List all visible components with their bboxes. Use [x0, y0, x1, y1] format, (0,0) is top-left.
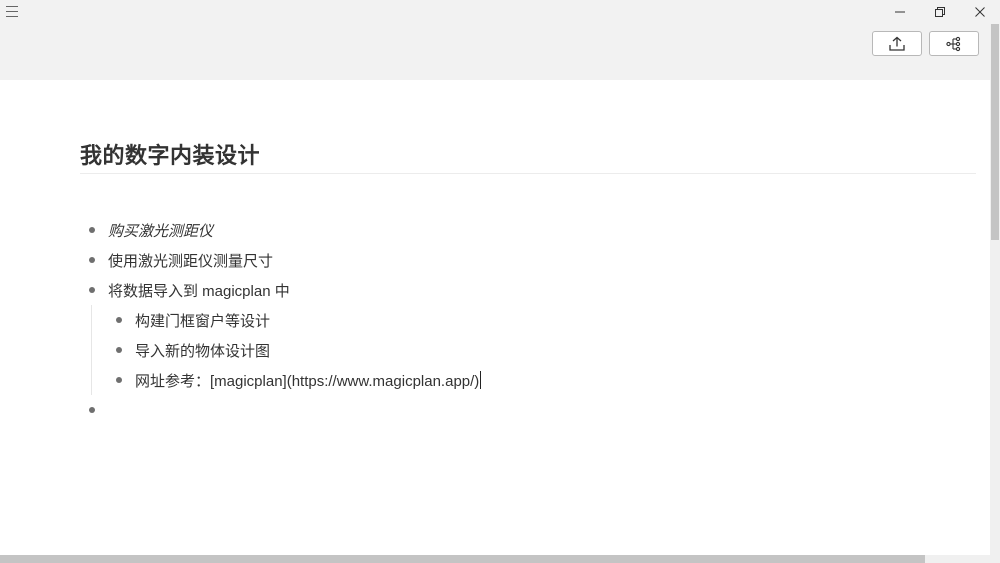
hamburger-menu-icon[interactable] [6, 6, 18, 17]
title-divider [80, 173, 976, 174]
outline-node-empty[interactable] [89, 395, 108, 425]
toolbar [0, 24, 990, 80]
vertical-scrollbar[interactable] [990, 24, 1000, 563]
outline-node[interactable]: 使用激光测距仪测量尺寸 [89, 245, 273, 275]
outline-node-text[interactable]: 构建门框窗户等设计 [135, 310, 270, 331]
minimize-button[interactable] [880, 0, 920, 24]
outline-node-text[interactable]: 导入新的物体设计图 [135, 340, 270, 361]
bullet-dot-icon[interactable] [116, 377, 122, 383]
horizontal-scrollbar[interactable] [0, 555, 990, 563]
bullet-dot-icon[interactable] [89, 227, 95, 233]
bullet-dot-icon[interactable] [89, 287, 95, 293]
close-icon [975, 7, 985, 17]
document-title[interactable]: 我的数字内装设计 [80, 142, 260, 170]
mind-map-icon [946, 36, 961, 51]
outline-child-node-editing[interactable]: 网址参考：[magicplan](https://www.magicplan.a… [116, 365, 482, 395]
restore-icon [935, 7, 945, 17]
bullet-dot-icon[interactable] [89, 257, 95, 263]
outline-node-text[interactable]: 网址参考：[magicplan](https://www.magicplan.a… [135, 370, 479, 391]
outline-node-text[interactable]: 购买激光测距仪 [108, 220, 213, 241]
outline-child-node[interactable]: 构建门框窗户等设计 [116, 305, 270, 335]
close-button[interactable] [960, 0, 1000, 24]
minimize-icon [895, 11, 905, 13]
bullet-dot-icon[interactable] [116, 317, 122, 323]
text-cursor [480, 371, 482, 389]
export-button[interactable] [872, 31, 922, 56]
outline-child-node[interactable]: 导入新的物体设计图 [116, 335, 270, 365]
outline-node[interactable]: 将数据导入到 magicplan 中 [89, 275, 290, 305]
outline-node[interactable]: 购买激光测距仪 [89, 215, 213, 245]
mind-map-button[interactable] [929, 31, 979, 56]
outline-node-text[interactable]: 使用激光测距仪测量尺寸 [108, 250, 273, 271]
bullet-dot-icon[interactable] [116, 347, 122, 353]
outliner-app-window: 我的数字内装设计 购买激光测距仪 使用激光测距仪测量尺寸 将数据导入到 magi… [0, 0, 1000, 563]
title-bar [0, 0, 1000, 24]
restore-button[interactable] [920, 0, 960, 24]
vertical-scrollbar-thumb[interactable] [991, 24, 999, 240]
indent-guide-line [91, 305, 92, 395]
horizontal-scrollbar-thumb[interactable] [0, 555, 925, 563]
document-editor[interactable]: 我的数字内装设计 购买激光测距仪 使用激光测距仪测量尺寸 将数据导入到 magi… [0, 80, 990, 555]
outline-node-text[interactable]: 将数据导入到 magicplan 中 [108, 280, 290, 301]
export-upload-icon [889, 36, 905, 51]
bullet-dot-icon[interactable] [89, 407, 95, 413]
